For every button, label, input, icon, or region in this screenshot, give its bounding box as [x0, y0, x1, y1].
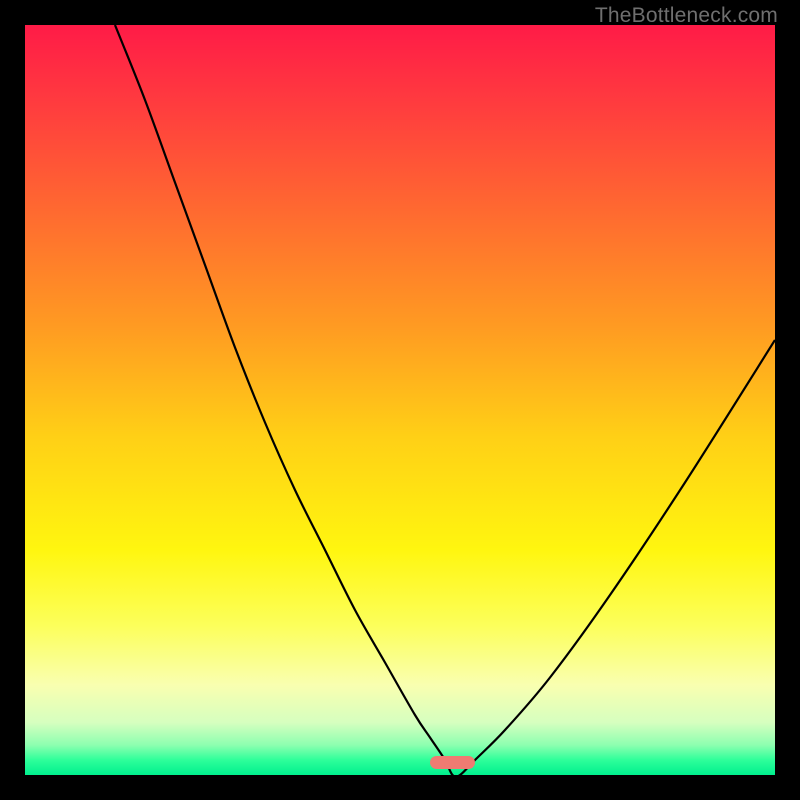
- chart-frame: TheBottleneck.com: [0, 0, 800, 800]
- optimal-marker: [430, 756, 475, 770]
- plot-area: [25, 25, 775, 775]
- attribution-label: TheBottleneck.com: [595, 4, 778, 28]
- bottleneck-curve: [25, 25, 775, 775]
